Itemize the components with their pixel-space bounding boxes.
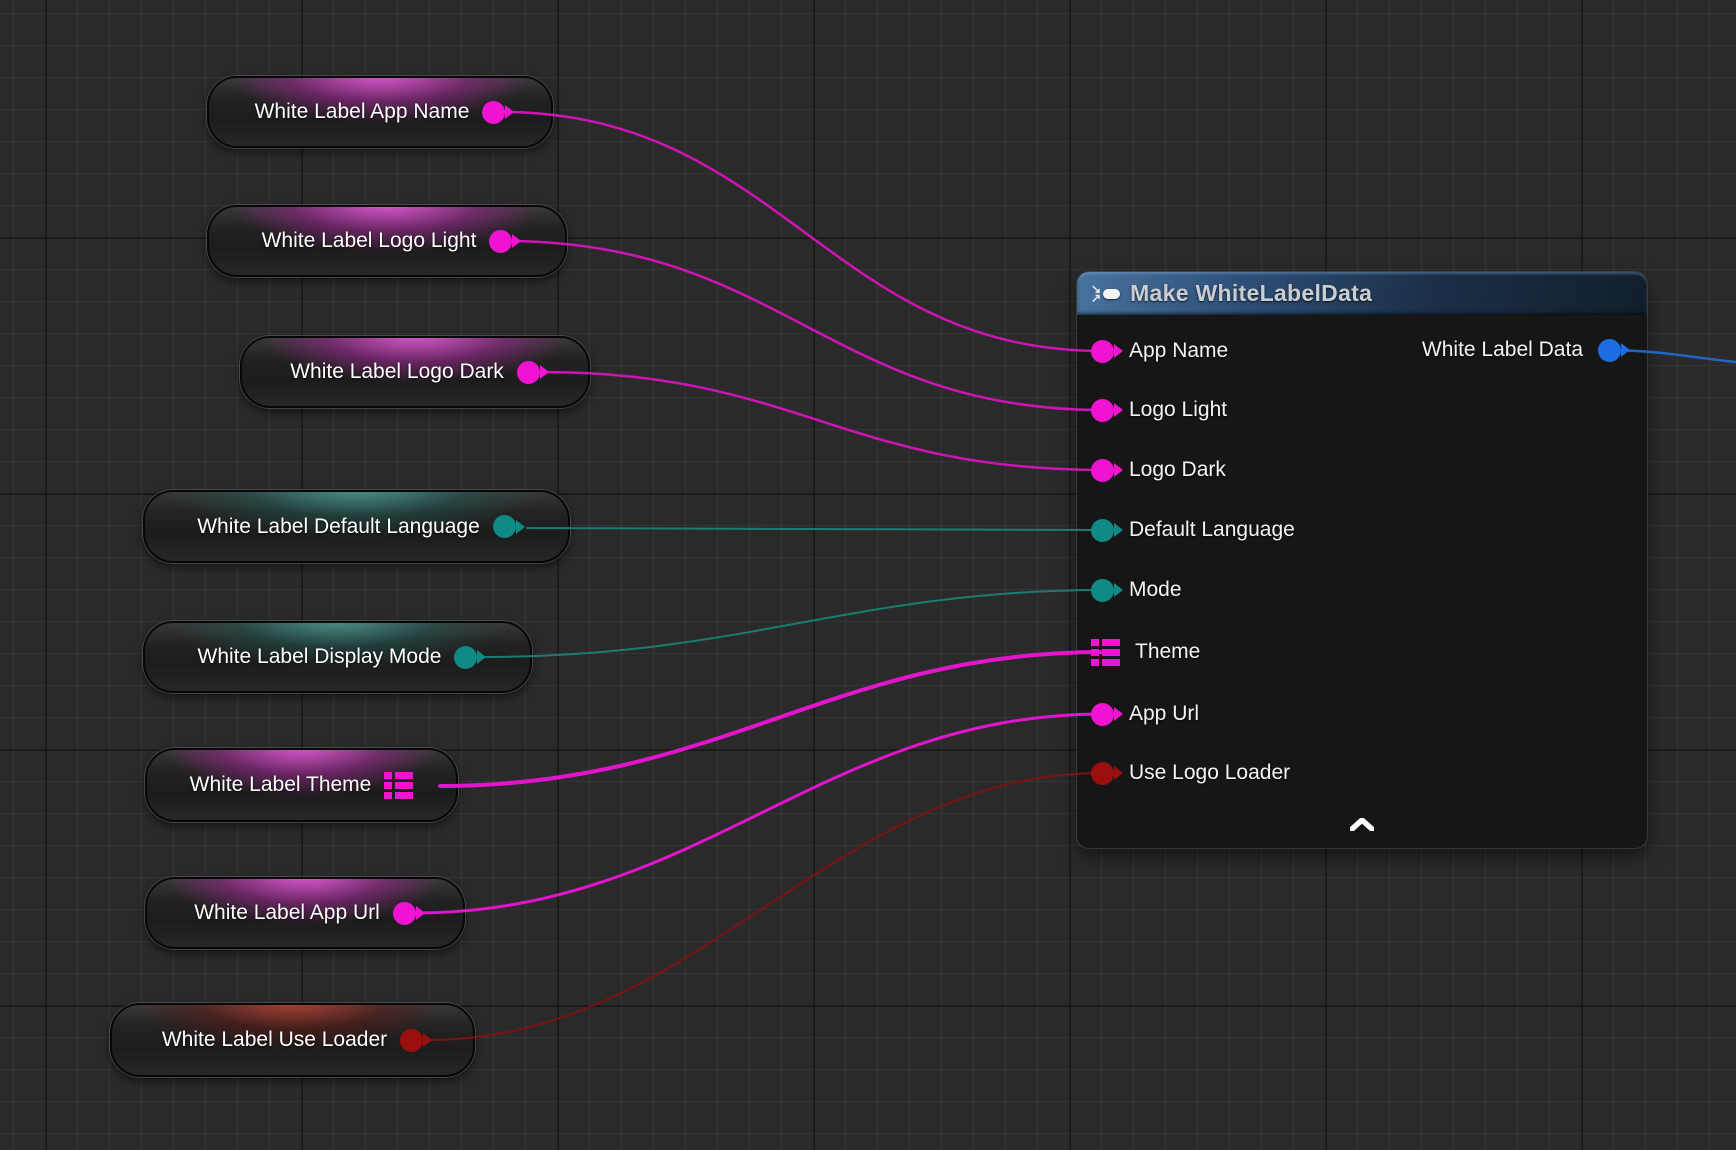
pin-white-label-logo-dark[interactable]: [517, 361, 540, 384]
input-pin-label: Logo Dark: [1129, 458, 1226, 482]
input-pin-label: Use Logo Loader: [1129, 761, 1290, 785]
getter-node-white-label-app-name[interactable]: White Label App Name: [207, 76, 553, 148]
output-row-white-label-data: White Label Data: [1422, 336, 1621, 364]
getter-label: White Label Logo Light: [262, 229, 477, 253]
input-row-logo-dark: Logo Dark: [1091, 456, 1226, 484]
pin-white-label-default-language[interactable]: [493, 515, 516, 538]
pin-white-label-logo-light[interactable]: [489, 230, 512, 253]
input-row-app-url: App Url: [1091, 700, 1199, 728]
make-whitelabeldata-node[interactable]: ↘↗ Make WhiteLabelData App Name Logo Ligh…: [1077, 272, 1647, 848]
pin-white-label-use-loader[interactable]: [400, 1029, 423, 1052]
getter-label: White Label Use Loader: [162, 1028, 387, 1052]
wire-app-name[interactable]: [501, 112, 1103, 351]
pin-logo-dark[interactable]: [1091, 459, 1114, 482]
struct-pin-icon-theme[interactable]: [1091, 639, 1120, 666]
make-node-title: Make WhiteLabelData: [1130, 280, 1372, 307]
getter-label: White Label Logo Dark: [290, 360, 504, 384]
getter-node-white-label-display-mode[interactable]: White Label Display Mode: [143, 621, 532, 693]
getter-label: White Label App Name: [255, 100, 470, 124]
wire-app-url[interactable]: [413, 714, 1103, 913]
getter-node-white-label-logo-light[interactable]: White Label Logo Light: [207, 205, 567, 277]
getter-node-white-label-use-loader[interactable]: White Label Use Loader: [110, 1003, 475, 1077]
input-row-use-logo-loader: Use Logo Loader: [1091, 759, 1290, 787]
getter-node-white-label-default-language[interactable]: White Label Default Language: [143, 490, 570, 563]
input-pin-label: App Url: [1129, 702, 1199, 726]
input-pin-label: Mode: [1129, 578, 1182, 602]
wire-display-mode[interactable]: [485, 590, 1103, 657]
input-row-app-name: App Name: [1091, 337, 1228, 365]
getter-node-white-label-theme[interactable]: White Label Theme: [145, 748, 458, 822]
wire-use-loader[interactable]: [427, 773, 1103, 1040]
getter-label: White Label Theme: [190, 773, 372, 797]
getter-label: White Label Display Mode: [198, 645, 442, 669]
input-pin-label: Logo Light: [1129, 398, 1227, 422]
pin-logo-light[interactable]: [1091, 399, 1114, 422]
input-pin-label: Theme: [1135, 640, 1200, 664]
wire-logo-light[interactable]: [505, 241, 1103, 410]
pin-default-language[interactable]: [1091, 519, 1114, 542]
struct-pin-icon-white-label-theme[interactable]: [384, 772, 413, 799]
getter-label: White Label App Url: [194, 901, 380, 925]
pin-white-label-display-mode[interactable]: [454, 646, 477, 669]
pin-mode[interactable]: [1091, 579, 1114, 602]
getter-node-white-label-app-url[interactable]: White Label App Url: [145, 877, 465, 949]
wire-theme[interactable]: [440, 652, 1103, 786]
collapse-chevron-icon[interactable]: [1342, 812, 1382, 836]
getter-label: White Label Default Language: [197, 515, 480, 539]
pin-use-logo-loader[interactable]: [1091, 762, 1114, 785]
input-row-default-language: Default Language: [1091, 516, 1295, 544]
getter-node-white-label-logo-dark[interactable]: White Label Logo Dark: [240, 336, 590, 408]
wire-default-language[interactable]: [527, 528, 1103, 530]
pin-app-url[interactable]: [1091, 703, 1114, 726]
input-pin-label: App Name: [1129, 339, 1228, 363]
make-struct-icon: ↘↗: [1091, 285, 1120, 303]
wire-logo-dark[interactable]: [542, 372, 1103, 470]
pin-white-label-app-url[interactable]: [393, 902, 416, 925]
pin-white-label-app-name[interactable]: [482, 101, 505, 124]
pin-white-label-data[interactable]: [1598, 339, 1621, 362]
input-row-logo-light: Logo Light: [1091, 396, 1227, 424]
pin-app-name[interactable]: [1091, 340, 1114, 363]
input-pin-label: Default Language: [1129, 518, 1295, 542]
make-node-header[interactable]: ↘↗ Make WhiteLabelData: [1077, 272, 1647, 315]
blueprint-canvas[interactable]: White Label App Name White Label Logo Lig…: [0, 0, 1736, 1150]
input-row-theme: Theme: [1091, 638, 1200, 666]
output-pin-label: White Label Data: [1422, 338, 1583, 362]
input-row-mode: Mode: [1091, 576, 1182, 604]
